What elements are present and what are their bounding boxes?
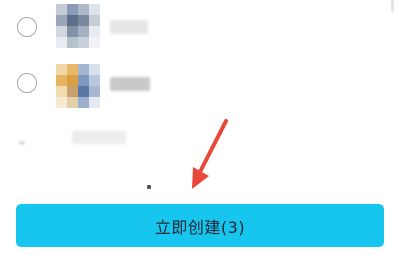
create-button-label: 立即创建(3)	[154, 217, 246, 237]
create-button[interactable]: 立即创建(3)	[16, 204, 384, 247]
